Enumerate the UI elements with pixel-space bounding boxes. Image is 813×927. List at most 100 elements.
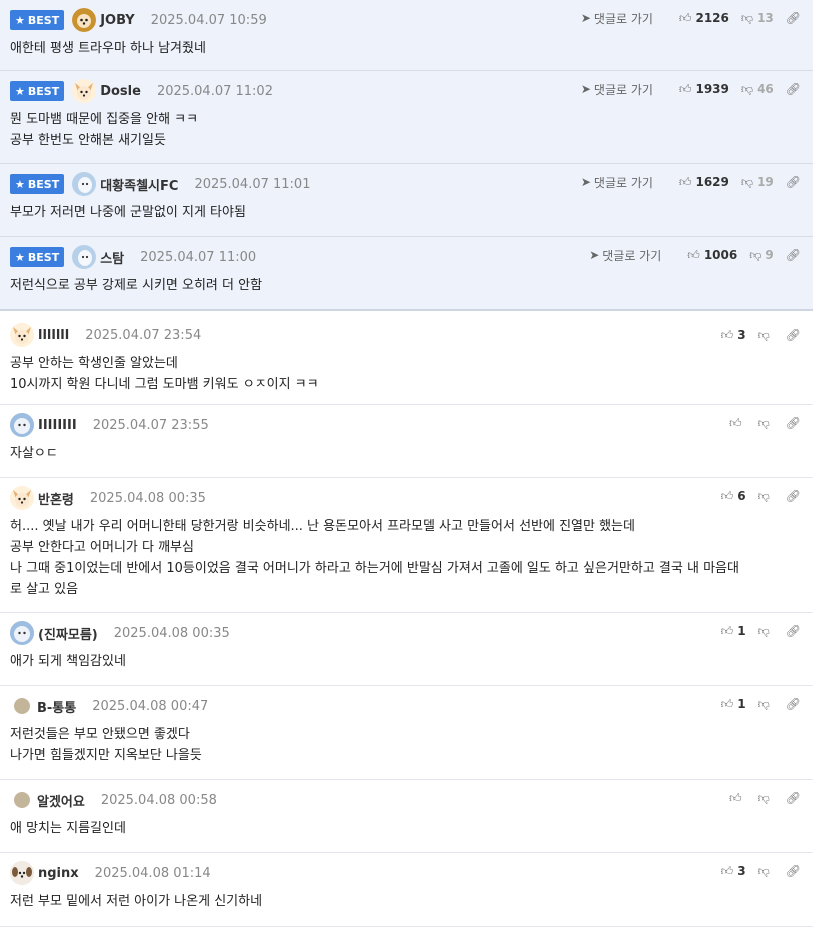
nickname[interactable]: 반혼령 bbox=[38, 489, 74, 508]
comment-list: ★ BEST JOBY 2025.04.07 10:59 ➤ 댓글로 가기 👍︎ 21… bbox=[0, 0, 813, 927]
best-badge: ★ BEST bbox=[10, 81, 65, 101]
best-comment: ★ BEST 대황족첼시FC 2025.04.07 11:01 ➤ 댓글로 가기 👍… bbox=[0, 164, 813, 237]
link-button[interactable]: 🔗︎ bbox=[786, 82, 801, 96]
nickname[interactable]: nginx bbox=[38, 866, 79, 881]
timestamp: 2025.04.07 11:01 bbox=[194, 176, 311, 192]
upvote-button[interactable]: 👍︎ 1 bbox=[721, 697, 746, 712]
avatar[interactable] bbox=[10, 861, 34, 885]
comment: nginx 2025.04.08 01:14 👍︎ 3 👎︎ 🔗︎ 저런 부모 밑… bbox=[0, 853, 813, 927]
comment-actions: ➤ 댓글로 가기 👍︎ 2126 👎︎ 13 🔗︎ bbox=[581, 8, 801, 28]
reply-link[interactable]: ➤ 댓글로 가기 bbox=[589, 247, 661, 264]
downvote-button[interactable]: 👎︎ 46 bbox=[741, 82, 774, 97]
thumbs-up-icon: 👍︎ bbox=[720, 863, 734, 878]
downvote-button[interactable]: 👎︎ bbox=[758, 416, 774, 431]
thumbs-up-icon: 👍︎ bbox=[720, 623, 734, 638]
timestamp: 2025.04.08 00:47 bbox=[92, 698, 209, 714]
nickname[interactable]: 대황족첼시FC bbox=[100, 175, 178, 194]
link-button[interactable]: 🔗︎ bbox=[786, 175, 801, 189]
avatar[interactable] bbox=[72, 172, 97, 196]
thumbs-down-icon: 👎︎ bbox=[740, 10, 754, 25]
link-button[interactable]: 🔗︎ bbox=[786, 864, 801, 878]
best-badge: ★ BEST bbox=[10, 247, 65, 267]
downvote-button[interactable]: 👎︎ bbox=[758, 864, 774, 879]
upvote-button[interactable]: 👍︎ 1006 bbox=[687, 248, 737, 263]
upvote-button[interactable]: 👍︎ bbox=[729, 791, 746, 806]
nickname[interactable]: lllllll bbox=[38, 328, 69, 343]
link-icon: 🔗︎ bbox=[785, 248, 801, 262]
reply-link[interactable]: ➤ 댓글로 가기 bbox=[581, 10, 653, 27]
link-icon: 🔗︎ bbox=[785, 11, 801, 25]
arrow-icon: ➤ bbox=[580, 82, 591, 96]
avatar[interactable] bbox=[14, 792, 30, 808]
link-button[interactable]: 🔗︎ bbox=[786, 624, 801, 638]
downvote-button[interactable]: 👎︎ bbox=[758, 791, 774, 806]
avatar[interactable] bbox=[72, 8, 97, 32]
thumbs-down-icon: 👎︎ bbox=[740, 174, 754, 189]
avatar[interactable] bbox=[10, 323, 34, 347]
comment-text: 뭔 도마뱀 때문에 집중을 안해 ㅋㅋ 공부 한번도 안해본 새기일듯 bbox=[10, 112, 199, 148]
avatar[interactable] bbox=[14, 698, 30, 714]
comment-text: 애한테 평생 트라우마 하나 남겨줬네 bbox=[10, 41, 206, 56]
upvote-button[interactable]: 👍︎ 1 bbox=[721, 624, 746, 639]
avatar[interactable] bbox=[10, 413, 34, 437]
downvote-button[interactable]: 👎︎ bbox=[758, 624, 774, 639]
link-button[interactable]: 🔗︎ bbox=[786, 416, 801, 430]
reply-link[interactable]: ➤ 댓글로 가기 bbox=[581, 174, 653, 191]
comment: (진짜모름) 2025.04.08 00:35 👍︎ 1 👎︎ 🔗︎ 애가 되게 … bbox=[0, 613, 813, 686]
comment-text: 저런 부모 밑에서 저런 아이가 나온게 신기하네 bbox=[10, 894, 263, 909]
upvote-button[interactable]: 👍︎ 3 bbox=[721, 864, 746, 879]
upvote-button[interactable]: 👍︎ 1629 bbox=[679, 175, 729, 190]
timestamp: 2025.04.08 00:35 bbox=[113, 625, 230, 641]
downvote-button[interactable]: 👎︎ bbox=[758, 697, 774, 712]
timestamp: 2025.04.08 01:14 bbox=[94, 865, 211, 881]
nickname[interactable]: 스탐 bbox=[100, 248, 124, 267]
downvote-button[interactable]: 👎︎ 13 bbox=[741, 11, 774, 26]
downvote-button[interactable]: 👎︎ bbox=[758, 489, 774, 504]
link-button[interactable]: 🔗︎ bbox=[786, 328, 801, 342]
thumbs-up-icon: 👍︎ bbox=[720, 327, 734, 342]
thumbs-down-icon: 👎︎ bbox=[740, 81, 754, 96]
link-icon: 🔗︎ bbox=[785, 416, 801, 430]
comment: B-통통 2025.04.08 00:47 👍︎ 1 👎︎ 🔗︎ 저런것들은 부모… bbox=[0, 686, 813, 780]
comment-text: 자살ㅇㄷ bbox=[10, 446, 58, 461]
link-icon: 🔗︎ bbox=[785, 175, 801, 189]
nickname[interactable]: (진짜모름) bbox=[38, 624, 98, 643]
upvote-button[interactable]: 👍︎ 3 bbox=[721, 328, 746, 343]
upvote-button[interactable]: 👍︎ bbox=[729, 416, 746, 431]
arrow-icon: ➤ bbox=[580, 11, 591, 25]
link-button[interactable]: 🔗︎ bbox=[786, 791, 801, 805]
comment-actions: 👍︎ 3 👎︎ 🔗︎ bbox=[709, 861, 801, 881]
link-icon: 🔗︎ bbox=[785, 82, 801, 96]
comment-text: 저런식으로 공부 강제로 시키면 오히려 더 안함 bbox=[10, 278, 263, 293]
nickname[interactable]: JOBY bbox=[100, 13, 135, 28]
thumbs-up-icon: 👍︎ bbox=[729, 415, 742, 430]
downvote-button[interactable]: 👎︎ bbox=[758, 328, 774, 343]
upvote-button[interactable]: 👍︎ 2126 bbox=[679, 11, 729, 26]
nickname[interactable]: Dosle bbox=[100, 84, 141, 99]
thumbs-down-icon: 👎︎ bbox=[757, 863, 770, 878]
avatar[interactable] bbox=[72, 245, 97, 269]
thumbs-down-icon: 👎︎ bbox=[757, 327, 770, 342]
downvote-button[interactable]: 👎︎ 19 bbox=[741, 175, 774, 190]
upvote-button[interactable]: 👍︎ 1939 bbox=[679, 82, 729, 97]
comment-actions: ➤ 댓글로 가기 👍︎ 1629 👎︎ 19 🔗︎ bbox=[581, 172, 801, 192]
nickname[interactable]: 알겠어요 bbox=[37, 791, 85, 810]
avatar[interactable] bbox=[10, 486, 34, 510]
avatar[interactable] bbox=[10, 621, 34, 645]
nickname[interactable]: B-통통 bbox=[37, 697, 76, 716]
timestamp: 2025.04.07 11:02 bbox=[156, 83, 273, 99]
upvote-button[interactable]: 👍︎ 6 bbox=[721, 489, 746, 504]
link-button[interactable]: 🔗︎ bbox=[786, 489, 801, 503]
link-button[interactable]: 🔗︎ bbox=[786, 11, 801, 25]
thumbs-up-icon: 👍︎ bbox=[678, 174, 692, 189]
link-button[interactable]: 🔗︎ bbox=[786, 248, 801, 262]
timestamp: 2025.04.08 00:58 bbox=[100, 792, 217, 808]
nickname[interactable]: IIIIIIII bbox=[38, 418, 77, 433]
comment-actions: 👍︎ 1 👎︎ 🔗︎ bbox=[709, 694, 801, 714]
downvote-button[interactable]: 👎︎ 9 bbox=[749, 248, 774, 263]
link-icon: 🔗︎ bbox=[785, 328, 801, 342]
comment-text: 애가 되게 책임감있네 bbox=[10, 654, 126, 669]
avatar[interactable] bbox=[72, 79, 97, 103]
reply-link[interactable]: ➤ 댓글로 가기 bbox=[581, 81, 653, 98]
link-button[interactable]: 🔗︎ bbox=[786, 697, 801, 711]
